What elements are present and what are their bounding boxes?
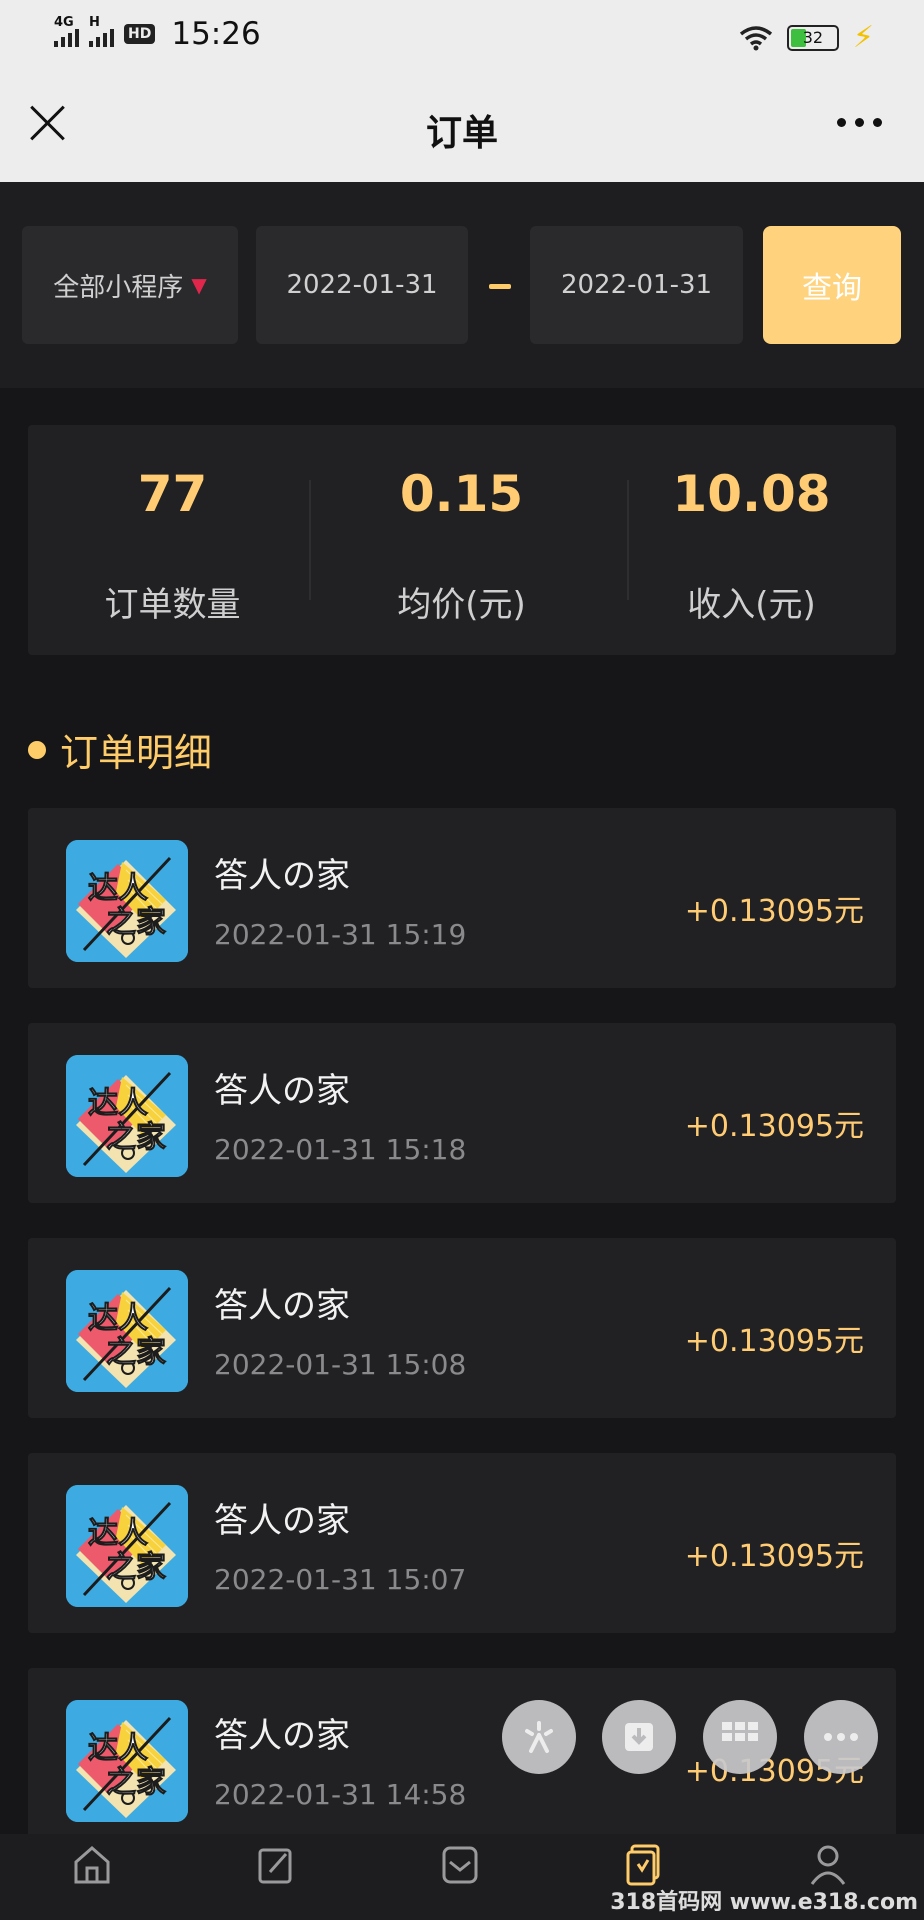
user-icon xyxy=(810,1845,846,1885)
order-amount: +0.13095元 xyxy=(684,1109,864,1144)
more-icon[interactable] xyxy=(804,1700,878,1774)
summary-stats: 77 订单数量 0.15 均价(元) 10.08 收入(元) xyxy=(28,425,896,655)
page-title: 订单 xyxy=(425,113,498,154)
program-select-label: 全部小程序 xyxy=(53,272,184,303)
chevron-down-icon: ▼ xyxy=(191,273,207,297)
status-bar: 4G H HD 15:26 32 ⚡ xyxy=(0,0,924,70)
order-time: 2022-01-31 15:08 xyxy=(214,1348,467,1381)
home-icon xyxy=(74,1846,110,1884)
orders-icon xyxy=(626,1844,660,1886)
svg-text:达人: 达人 xyxy=(88,1731,148,1766)
order-app-name: 答人の家 xyxy=(214,1501,350,1541)
order-amount: +0.13095元 xyxy=(684,894,864,929)
order-amount: +0.13095元 xyxy=(684,1539,864,1574)
sparkle-icon[interactable] xyxy=(502,1700,576,1774)
battery-icon: 32 xyxy=(786,24,839,51)
order-item[interactable]: 达人 之家 答人の家 2022-01-31 15:19 +0.13095元 xyxy=(28,808,896,988)
date-range-dash xyxy=(489,284,511,289)
app-icon: 达人 之家 xyxy=(66,840,188,962)
order-app-name: 答人の家 xyxy=(214,1286,350,1326)
order-app-name: 答人の家 xyxy=(214,856,350,896)
tab-home[interactable] xyxy=(0,1834,184,1920)
program-select[interactable]: 全部小程序 ▼ xyxy=(22,226,238,344)
invite-icon xyxy=(442,1846,478,1884)
charging-icon: ⚡ xyxy=(852,20,874,55)
stat-income: 10.08 收入(元) xyxy=(672,465,831,625)
order-item[interactable]: 达人 之家 答人の家 2022-01-31 15:18 +0.13095元 xyxy=(28,1023,896,1203)
app-icon: 达人 之家 xyxy=(66,1485,188,1607)
svg-text:之家: 之家 xyxy=(106,1335,166,1370)
order-app-name: 答人の家 xyxy=(214,1716,350,1756)
start-date-field[interactable]: 2022-01-31 xyxy=(256,226,468,344)
section-header: 订单明细 xyxy=(28,722,212,777)
svg-text:之家: 之家 xyxy=(106,905,166,940)
svg-text:达人: 达人 xyxy=(88,1301,148,1336)
order-time: 2022-01-31 15:07 xyxy=(214,1563,467,1596)
app-icon: 达人 之家 xyxy=(66,1700,188,1822)
download-icon[interactable] xyxy=(602,1700,676,1774)
order-item[interactable]: 达人 之家 答人の家 2022-01-31 15:08 +0.13095元 xyxy=(28,1238,896,1418)
edit-icon xyxy=(258,1848,292,1884)
svg-text:达人: 达人 xyxy=(88,1516,148,1551)
svg-text:达人: 达人 xyxy=(88,1086,148,1121)
svg-text:之家: 之家 xyxy=(106,1120,166,1155)
svg-text:之家: 之家 xyxy=(106,1550,166,1585)
order-item[interactable]: 达人 之家 答人の家 2022-01-31 15:07 +0.13095元 xyxy=(28,1453,896,1633)
app-icon: 达人 之家 xyxy=(66,1055,188,1177)
section-title: 订单明细 xyxy=(60,731,213,775)
order-amount: +0.13095元 xyxy=(684,1324,864,1359)
bottom-tab-bar: 318首码网 www.e318.com xyxy=(0,1834,924,1920)
svg-text:达人: 达人 xyxy=(88,871,148,906)
app-icon: 达人 之家 xyxy=(66,1270,188,1392)
grid-icon[interactable] xyxy=(703,1700,777,1774)
clock: 15:26 xyxy=(171,16,261,52)
signal-h-icon: H xyxy=(89,15,114,47)
divider xyxy=(309,480,311,600)
hd-badge: HD xyxy=(124,24,156,44)
query-button[interactable]: 查询 xyxy=(763,226,901,344)
stat-average-price: 0.15 均价(元) xyxy=(397,465,526,625)
more-menu-icon[interactable] xyxy=(837,118,882,127)
wifi-icon xyxy=(739,25,773,50)
tab-invite[interactable] xyxy=(368,1834,552,1920)
order-time: 2022-01-31 15:18 xyxy=(214,1133,467,1166)
signal-4g-icon: 4G xyxy=(54,15,79,47)
order-time: 2022-01-31 15:19 xyxy=(214,918,467,951)
stat-order-count: 77 订单数量 xyxy=(104,465,241,625)
svg-text:之家: 之家 xyxy=(106,1765,166,1800)
tab-edit[interactable] xyxy=(184,1834,368,1920)
watermark: 318首码网 www.e318.com xyxy=(610,1890,918,1915)
filter-bar: 全部小程序 ▼ 2022-01-31 2022-01-31 查询 xyxy=(0,182,924,388)
title-bar: 订单 xyxy=(0,70,924,182)
order-time: 2022-01-31 14:58 xyxy=(214,1778,467,1811)
order-app-name: 答人の家 xyxy=(214,1071,350,1111)
end-date-field[interactable]: 2022-01-31 xyxy=(530,226,743,344)
bullet-dot xyxy=(28,740,46,759)
